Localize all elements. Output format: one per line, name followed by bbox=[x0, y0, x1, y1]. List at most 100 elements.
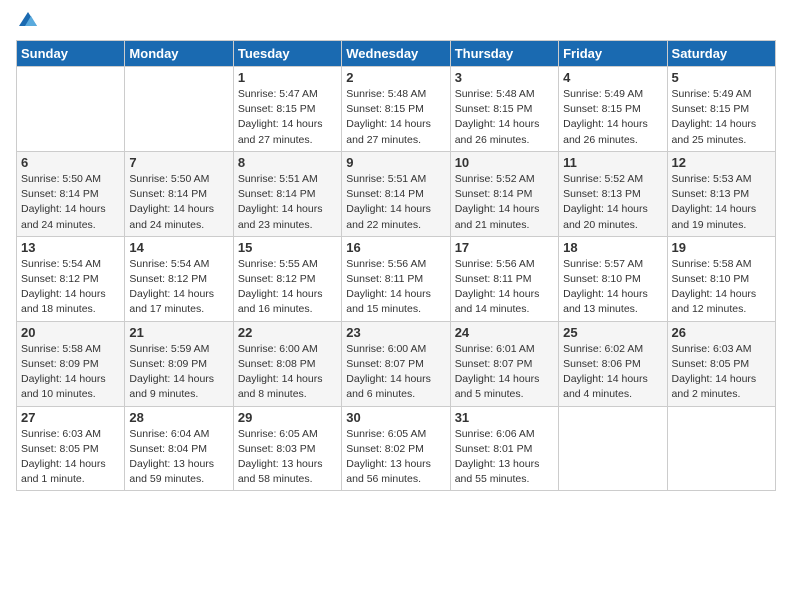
day-info: Sunrise: 5:52 AM Sunset: 8:14 PM Dayligh… bbox=[455, 172, 554, 233]
calendar-cell: 11 Sunrise: 5:52 AM Sunset: 8:13 PM Dayli… bbox=[559, 151, 667, 236]
calendar-cell: 30 Sunrise: 6:05 AM Sunset: 8:02 PM Dayli… bbox=[342, 406, 450, 491]
weekday-header: Sunday bbox=[17, 41, 125, 67]
weekday-header: Monday bbox=[125, 41, 233, 67]
calendar-cell: 7Sunrise: 5:50 AM Sunset: 8:14 PM Daylig… bbox=[125, 151, 233, 236]
logo bbox=[16, 16, 39, 30]
day-info: Sunrise: 6:03 AM Sunset: 8:05 PM Dayligh… bbox=[672, 342, 771, 403]
day-number: 19 bbox=[672, 240, 771, 255]
day-number: 9 bbox=[346, 155, 445, 170]
calendar-cell: 13 Sunrise: 5:54 AM Sunset: 8:12 PM Dayli… bbox=[17, 236, 125, 321]
day-info: Sunrise: 6:00 AM Sunset: 8:07 PM Dayligh… bbox=[346, 342, 445, 403]
day-info: Sunrise: 5:47 AM Sunset: 8:15 PM Dayligh… bbox=[238, 87, 337, 148]
calendar-table: SundayMondayTuesdayWednesdayThursdayFrid… bbox=[16, 40, 776, 491]
calendar-cell bbox=[559, 406, 667, 491]
day-info: Sunrise: 6:01 AM Sunset: 8:07 PM Dayligh… bbox=[455, 342, 554, 403]
day-info: Sunrise: 5:49 AM Sunset: 8:15 PM Dayligh… bbox=[563, 87, 662, 148]
calendar-cell: 14 Sunrise: 5:54 AM Sunset: 8:12 PM Dayli… bbox=[125, 236, 233, 321]
day-number: 29 bbox=[238, 410, 337, 425]
day-number: 18 bbox=[563, 240, 662, 255]
day-number: 30 bbox=[346, 410, 445, 425]
calendar-cell bbox=[17, 67, 125, 152]
calendar-cell: 16 Sunrise: 5:56 AM Sunset: 8:11 PM Dayli… bbox=[342, 236, 450, 321]
day-number: 28 bbox=[129, 410, 228, 425]
day-number: 24 bbox=[455, 325, 554, 340]
day-info: Sunrise: 5:53 AM Sunset: 8:13 PM Dayligh… bbox=[672, 172, 771, 233]
day-info: Sunrise: 5:50 AM Sunset: 8:14 PM Dayligh… bbox=[21, 172, 120, 233]
calendar-cell: 15 Sunrise: 5:55 AM Sunset: 8:12 PM Dayli… bbox=[233, 236, 341, 321]
day-number: 15 bbox=[238, 240, 337, 255]
page-container: SundayMondayTuesdayWednesdayThursdayFrid… bbox=[0, 0, 792, 612]
calendar-cell: 31 Sunrise: 6:06 AM Sunset: 8:01 PM Dayli… bbox=[450, 406, 558, 491]
day-info: Sunrise: 5:54 AM Sunset: 8:12 PM Dayligh… bbox=[21, 257, 120, 318]
calendar-cell: 18 Sunrise: 5:57 AM Sunset: 8:10 PM Dayli… bbox=[559, 236, 667, 321]
day-info: Sunrise: 6:06 AM Sunset: 8:01 PM Dayligh… bbox=[455, 427, 554, 488]
day-number: 3 bbox=[455, 70, 554, 85]
day-number: 6 bbox=[21, 155, 120, 170]
day-info: Sunrise: 5:48 AM Sunset: 8:15 PM Dayligh… bbox=[346, 87, 445, 148]
day-info: Sunrise: 5:57 AM Sunset: 8:10 PM Dayligh… bbox=[563, 257, 662, 318]
day-number: 26 bbox=[672, 325, 771, 340]
calendar-cell: 20Sunrise: 5:58 AM Sunset: 8:09 PM Dayli… bbox=[17, 321, 125, 406]
day-info: Sunrise: 5:48 AM Sunset: 8:15 PM Dayligh… bbox=[455, 87, 554, 148]
day-info: Sunrise: 5:54 AM Sunset: 8:12 PM Dayligh… bbox=[129, 257, 228, 318]
weekday-header: Saturday bbox=[667, 41, 775, 67]
weekday-header: Thursday bbox=[450, 41, 558, 67]
day-info: Sunrise: 6:03 AM Sunset: 8:05 PM Dayligh… bbox=[21, 427, 120, 488]
calendar-cell: 6 Sunrise: 5:50 AM Sunset: 8:14 PM Daylig… bbox=[17, 151, 125, 236]
weekday-header: Wednesday bbox=[342, 41, 450, 67]
day-number: 13 bbox=[21, 240, 120, 255]
weekday-header: Tuesday bbox=[233, 41, 341, 67]
day-number: 22 bbox=[238, 325, 337, 340]
day-info: Sunrise: 6:00 AM Sunset: 8:08 PM Dayligh… bbox=[238, 342, 337, 403]
calendar-cell: 10Sunrise: 5:52 AM Sunset: 8:14 PM Dayli… bbox=[450, 151, 558, 236]
day-number: 21 bbox=[129, 325, 228, 340]
calendar-cell: 27Sunrise: 6:03 AM Sunset: 8:05 PM Dayli… bbox=[17, 406, 125, 491]
calendar-cell: 4 Sunrise: 5:49 AM Sunset: 8:15 PM Daylig… bbox=[559, 67, 667, 152]
calendar-cell: 21 Sunrise: 5:59 AM Sunset: 8:09 PM Dayli… bbox=[125, 321, 233, 406]
calendar-cell: 28 Sunrise: 6:04 AM Sunset: 8:04 PM Dayli… bbox=[125, 406, 233, 491]
day-number: 20 bbox=[21, 325, 120, 340]
calendar-cell: 25Sunrise: 6:02 AM Sunset: 8:06 PM Dayli… bbox=[559, 321, 667, 406]
day-info: Sunrise: 6:05 AM Sunset: 8:03 PM Dayligh… bbox=[238, 427, 337, 488]
logo-icon bbox=[17, 8, 39, 30]
day-info: Sunrise: 5:56 AM Sunset: 8:11 PM Dayligh… bbox=[346, 257, 445, 318]
day-number: 31 bbox=[455, 410, 554, 425]
day-info: Sunrise: 5:51 AM Sunset: 8:14 PM Dayligh… bbox=[238, 172, 337, 233]
day-number: 4 bbox=[563, 70, 662, 85]
calendar-cell: 2 Sunrise: 5:48 AM Sunset: 8:15 PM Daylig… bbox=[342, 67, 450, 152]
day-info: Sunrise: 5:56 AM Sunset: 8:11 PM Dayligh… bbox=[455, 257, 554, 318]
day-number: 23 bbox=[346, 325, 445, 340]
calendar-cell bbox=[667, 406, 775, 491]
day-number: 17 bbox=[455, 240, 554, 255]
calendar-cell: 26 Sunrise: 6:03 AM Sunset: 8:05 PM Dayli… bbox=[667, 321, 775, 406]
day-number: 1 bbox=[238, 70, 337, 85]
calendar-cell: 17 Sunrise: 5:56 AM Sunset: 8:11 PM Dayli… bbox=[450, 236, 558, 321]
day-info: Sunrise: 5:50 AM Sunset: 8:14 PM Dayligh… bbox=[129, 172, 228, 233]
day-info: Sunrise: 5:52 AM Sunset: 8:13 PM Dayligh… bbox=[563, 172, 662, 233]
day-number: 16 bbox=[346, 240, 445, 255]
calendar-cell: 3 Sunrise: 5:48 AM Sunset: 8:15 PM Daylig… bbox=[450, 67, 558, 152]
calendar-cell: 24 Sunrise: 6:01 AM Sunset: 8:07 PM Dayli… bbox=[450, 321, 558, 406]
day-info: Sunrise: 5:59 AM Sunset: 8:09 PM Dayligh… bbox=[129, 342, 228, 403]
calendar-cell: 12 Sunrise: 5:53 AM Sunset: 8:13 PM Dayli… bbox=[667, 151, 775, 236]
calendar-cell: 9 Sunrise: 5:51 AM Sunset: 8:14 PM Daylig… bbox=[342, 151, 450, 236]
calendar-cell: 29 Sunrise: 6:05 AM Sunset: 8:03 PM Dayli… bbox=[233, 406, 341, 491]
calendar-cell: 19 Sunrise: 5:58 AM Sunset: 8:10 PM Dayli… bbox=[667, 236, 775, 321]
day-number: 2 bbox=[346, 70, 445, 85]
day-info: Sunrise: 5:49 AM Sunset: 8:15 PM Dayligh… bbox=[672, 87, 771, 148]
day-number: 11 bbox=[563, 155, 662, 170]
day-info: Sunrise: 6:02 AM Sunset: 8:06 PM Dayligh… bbox=[563, 342, 662, 403]
day-info: Sunrise: 5:58 AM Sunset: 8:10 PM Dayligh… bbox=[672, 257, 771, 318]
day-number: 5 bbox=[672, 70, 771, 85]
day-number: 12 bbox=[672, 155, 771, 170]
day-number: 8 bbox=[238, 155, 337, 170]
day-info: Sunrise: 5:55 AM Sunset: 8:12 PM Dayligh… bbox=[238, 257, 337, 318]
day-info: Sunrise: 6:05 AM Sunset: 8:02 PM Dayligh… bbox=[346, 427, 445, 488]
calendar-cell: 8 Sunrise: 5:51 AM Sunset: 8:14 PM Daylig… bbox=[233, 151, 341, 236]
day-info: Sunrise: 5:51 AM Sunset: 8:14 PM Dayligh… bbox=[346, 172, 445, 233]
header bbox=[16, 16, 776, 30]
calendar-cell: 5 Sunrise: 5:49 AM Sunset: 8:15 PM Daylig… bbox=[667, 67, 775, 152]
day-info: Sunrise: 6:04 AM Sunset: 8:04 PM Dayligh… bbox=[129, 427, 228, 488]
day-number: 14 bbox=[129, 240, 228, 255]
calendar-cell: 23 Sunrise: 6:00 AM Sunset: 8:07 PM Dayli… bbox=[342, 321, 450, 406]
